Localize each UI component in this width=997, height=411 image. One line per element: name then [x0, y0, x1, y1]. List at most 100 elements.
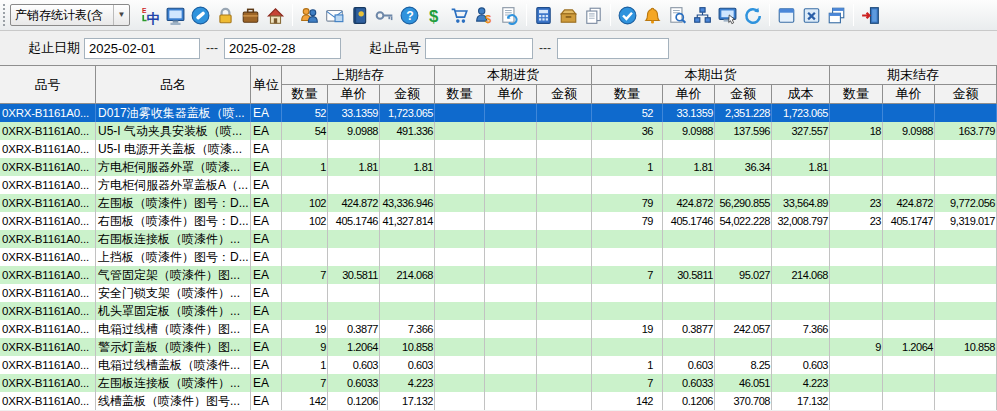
toolbar-grip[interactable] [2, 4, 6, 26]
column-header[interactable]: 数量 [282, 85, 328, 104]
item-name-cell: 右围板（喷漆件）图号：D... [96, 212, 251, 230]
table-row[interactable]: 0XRX-B1161A0...气管固定架（喷漆件）图...EA730.58112… [0, 266, 997, 284]
column-header[interactable]: 单价 [883, 85, 935, 104]
column-header[interactable]: 数量 [592, 85, 663, 104]
copy-icon[interactable] [583, 5, 604, 26]
help-icon[interactable]: ? [399, 5, 420, 26]
refresh-icon[interactable] [742, 5, 763, 26]
value-cell [830, 374, 883, 392]
home-icon[interactable] [265, 5, 286, 26]
column-header[interactable]: 数量 [830, 85, 883, 104]
value-cell [380, 140, 435, 158]
unit-cell: EA [251, 104, 282, 122]
value-cell [883, 374, 935, 392]
column-header[interactable]: 单位 [251, 66, 282, 104]
date-from-input[interactable] [84, 38, 200, 59]
item-from-input[interactable] [425, 38, 533, 59]
table-row[interactable]: 0XRX-B1161A0...电箱过线槽（喷漆件）图...EA190.38777… [0, 320, 997, 338]
drawer-icon[interactable] [558, 5, 579, 26]
item-name-cell: U5-I 电源开关盖板（喷漆... [96, 140, 251, 158]
users-icon[interactable] [299, 5, 320, 26]
item-no-cell: 0XRX-B1161A0... [0, 302, 96, 320]
value-cell: 54,022.228 [715, 212, 772, 230]
doc-refresh-icon[interactable] [499, 5, 520, 26]
cart-icon[interactable] [449, 5, 470, 26]
column-header[interactable]: 品号 [0, 66, 96, 104]
mail-icon[interactable] [324, 5, 345, 26]
lock-icon[interactable] [215, 5, 236, 26]
table-row[interactable]: 0XRX-B1161A0...机头罩固定板（喷漆件）...EA [0, 302, 997, 320]
dollar-icon[interactable]: $ [424, 5, 445, 26]
svg-text:?: ? [406, 8, 414, 22]
doc-search-icon[interactable] [667, 5, 688, 26]
cascade-icon[interactable] [826, 5, 847, 26]
value-cell: 18 [830, 122, 883, 140]
close-window-icon[interactable] [801, 5, 822, 26]
column-header[interactable]: 品名 [96, 66, 251, 104]
value-cell: 1.81 [772, 158, 830, 176]
item-name-cell: 气管固定架（喷漆件）图... [96, 266, 251, 284]
value-cell [883, 176, 935, 194]
item-name-cell: 左围板（喷漆件）图号：D... [96, 194, 251, 212]
table-row[interactable]: 0XRX-B1161A0...方电柜伺服器外罩盖板A（...EA [0, 176, 997, 194]
table-row[interactable]: 0XRX-B1161A0...电箱过线槽盖板（喷漆件...EA10.6030.6… [0, 356, 997, 374]
key-icon[interactable] [374, 5, 395, 26]
value-cell [435, 230, 485, 248]
table-row[interactable]: 0XRX-B1161A0...安全门锁支架（喷漆件）...EA [0, 284, 997, 302]
item-name-cell: U5-I 气动夹具安装板（喷... [96, 122, 251, 140]
exit-icon[interactable] [860, 5, 881, 26]
table-row[interactable]: 0XRX-B1161A0...左围板（喷漆件）图号：D...EA102424.8… [0, 194, 997, 212]
column-header[interactable]: 单价 [663, 85, 715, 104]
table-row[interactable]: 0XRX-B1161A0...U5-I 电源开关盖板（喷漆...EA [0, 140, 997, 158]
table-row[interactable]: 0XRX-B1161A0...左围板连接板（喷漆件）...EA70.60334.… [0, 374, 997, 392]
value-cell: 10.858 [935, 338, 997, 356]
computer-icon[interactable] [165, 5, 186, 26]
column-header[interactable]: 单价 [485, 85, 537, 104]
table-row[interactable]: 0XRX-B1161A0...警示灯盖板（喷漆件）图...EA91.206410… [0, 338, 997, 356]
phone-icon[interactable] [190, 5, 211, 26]
table-row[interactable]: 0XRX-B1161A0...右围板连接板（喷漆件）...EA [0, 230, 997, 248]
item-no-cell: 0XRX-B1161A0... [0, 140, 96, 158]
calculator-icon[interactable] [533, 5, 554, 26]
table-row[interactable]: 0XRX-B1161A0...方电柜伺服器外罩（喷漆...EA11.811.81… [0, 158, 997, 176]
window-icon[interactable] [776, 5, 797, 26]
value-cell [830, 104, 883, 122]
value-cell: 424.872 [328, 194, 380, 212]
item-to-input[interactable] [557, 38, 669, 59]
monitor-cursor-icon[interactable] [717, 5, 738, 26]
column-header[interactable]: 数量 [435, 85, 485, 104]
value-cell: 163.779 [935, 122, 997, 140]
value-cell [282, 302, 328, 320]
value-cell: 0.603 [772, 356, 830, 374]
table-row[interactable]: 0XRX-B1161A0...线槽盖板（喷漆件）图号...EA1420.1206… [0, 392, 997, 410]
report-type-dropdown[interactable]: 产销存统计表(含 ▼ [10, 4, 130, 26]
table-row[interactable]: 0XRX-B1161A0...D017油雾收集器盖板（喷...EA5233.13… [0, 104, 997, 122]
column-header[interactable]: 金额 [715, 85, 772, 104]
value-cell [772, 140, 830, 158]
value-cell [485, 266, 537, 284]
column-header[interactable]: 金额 [537, 85, 592, 104]
user-dollar-icon[interactable]: $ [474, 5, 495, 26]
translate-icon[interactable]: E中 [140, 5, 161, 26]
column-header[interactable]: 金额 [935, 85, 997, 104]
briefcase-icon[interactable] [240, 5, 261, 26]
value-cell [663, 248, 715, 266]
sitemap-icon[interactable] [692, 5, 713, 26]
value-cell [935, 176, 997, 194]
column-header[interactable]: 金额 [380, 85, 435, 104]
item-no-cell: 0XRX-B1161A0... [0, 212, 96, 230]
toolbar-separator [610, 4, 611, 26]
table-row[interactable]: 0XRX-B1161A0...右围板（喷漆件）图号：D...EA102405.1… [0, 212, 997, 230]
value-cell [772, 176, 830, 194]
unit-cell: EA [251, 158, 282, 176]
table-row[interactable]: 0XRX-B1161A0...上挡板（喷漆件）图号：D...EA [0, 248, 997, 266]
date-to-input[interactable] [224, 38, 341, 59]
bell-icon[interactable] [642, 5, 663, 26]
notebook-icon[interactable] [349, 5, 370, 26]
column-header[interactable]: 单价 [328, 85, 380, 104]
value-cell: 9,772.056 [935, 194, 997, 212]
ok-icon[interactable] [617, 5, 638, 26]
value-cell [830, 230, 883, 248]
column-header[interactable]: 成本 [772, 85, 830, 104]
table-row[interactable]: 0XRX-B1161A0...U5-I 气动夹具安装板（喷...EA549.09… [0, 122, 997, 140]
